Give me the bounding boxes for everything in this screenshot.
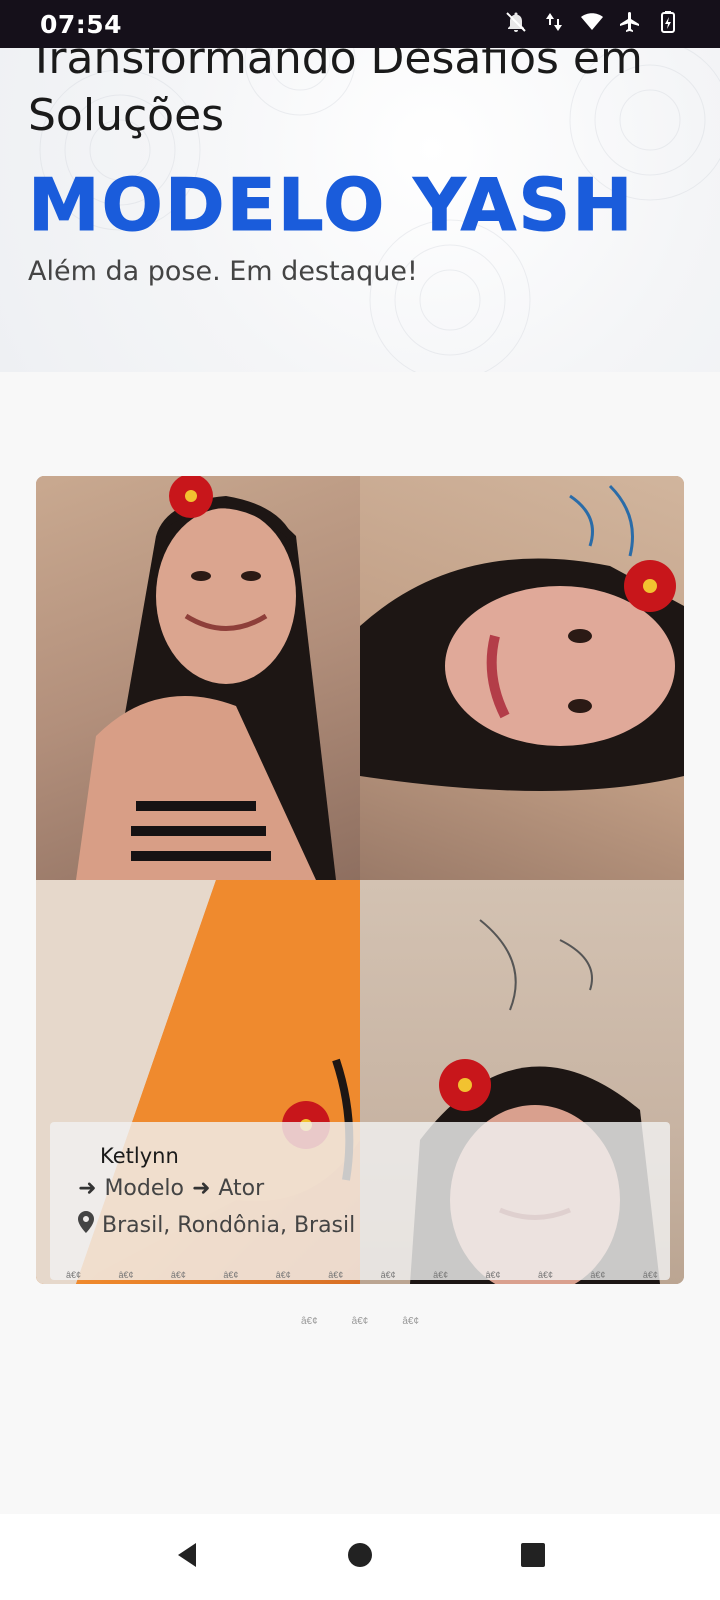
arrow-right-icon: ➜	[78, 1176, 97, 1201]
data-icon	[542, 10, 566, 39]
indicator-dot[interactable]: â€¢	[381, 1270, 396, 1280]
status-bar: 07:54	[0, 0, 720, 48]
indicator-dot[interactable]: â€¢	[433, 1270, 448, 1280]
portrait-illustration	[76, 476, 336, 880]
hero-section: Transformando Desafios em Soluções MODEL…	[0, 0, 720, 372]
bell-off-icon	[504, 10, 528, 39]
role-label: Ator	[218, 1176, 265, 1201]
pager-dot[interactable]: â€¢	[402, 1316, 419, 1327]
photo-top-right[interactable]	[360, 476, 684, 880]
wifi-icon	[580, 10, 604, 39]
indicator-dot[interactable]: â€¢	[223, 1270, 238, 1280]
portrait-illustration	[360, 484, 684, 791]
status-icons	[504, 10, 680, 39]
back-icon[interactable]	[172, 1540, 202, 1575]
airplane-icon	[618, 10, 642, 39]
profile-card[interactable]: Ketlynn ➜ Modelo ➜ Ator Brasil, Rondônia…	[36, 476, 684, 1284]
battery-icon	[656, 10, 680, 39]
arrow-right-icon: ➜	[191, 1176, 211, 1201]
map-pin-icon	[78, 1211, 94, 1239]
home-icon[interactable]	[345, 1540, 375, 1575]
indicator-dot[interactable]: â€¢	[486, 1270, 501, 1280]
pager-dot[interactable]: â€¢	[301, 1316, 318, 1327]
system-nav-bar	[0, 1514, 720, 1600]
photo-top-left[interactable]	[36, 476, 360, 880]
indicator-dot[interactable]: â€¢	[538, 1270, 553, 1280]
brand-name: MODELO YASH	[27, 163, 635, 247]
carousel-pager: â€¢ â€¢ â€¢	[0, 1316, 720, 1327]
pager-dot[interactable]: â€¢	[352, 1316, 369, 1327]
indicator-dot[interactable]: â€¢	[590, 1270, 605, 1280]
profile-info-box[interactable]: Ketlynn ➜ Modelo ➜ Ator Brasil, Rondônia…	[50, 1122, 670, 1280]
profile-name: Ketlynn	[100, 1144, 179, 1168]
carousel-inner-indicators: â€¢ â€¢ â€¢ â€¢ â€¢ â€¢ â€¢ â€¢ â€¢ â€¢ …	[52, 1270, 672, 1280]
profile-roles: ➜ Modelo ➜ Ator	[78, 1176, 642, 1201]
hero-brand-line: MODELO YASH Além da pose. Em destaque!	[27, 169, 688, 299]
indicator-dot[interactable]: â€¢	[328, 1270, 343, 1280]
indicator-dot[interactable]: â€¢	[643, 1270, 658, 1280]
indicator-dot[interactable]: â€¢	[276, 1270, 291, 1280]
indicator-dot[interactable]: â€¢	[118, 1270, 133, 1280]
profile-location: Brasil, Rondônia, Brasil	[78, 1211, 642, 1239]
role-label: Modelo	[104, 1176, 184, 1201]
brand-tagline: Além da pose. Em destaque!	[28, 256, 418, 287]
indicator-dot[interactable]: â€¢	[66, 1270, 81, 1280]
status-time: 07:54	[40, 9, 123, 39]
indicator-dot[interactable]: â€¢	[171, 1270, 186, 1280]
recents-icon[interactable]	[518, 1540, 548, 1575]
location-text: Brasil, Rondônia, Brasil	[102, 1212, 356, 1238]
